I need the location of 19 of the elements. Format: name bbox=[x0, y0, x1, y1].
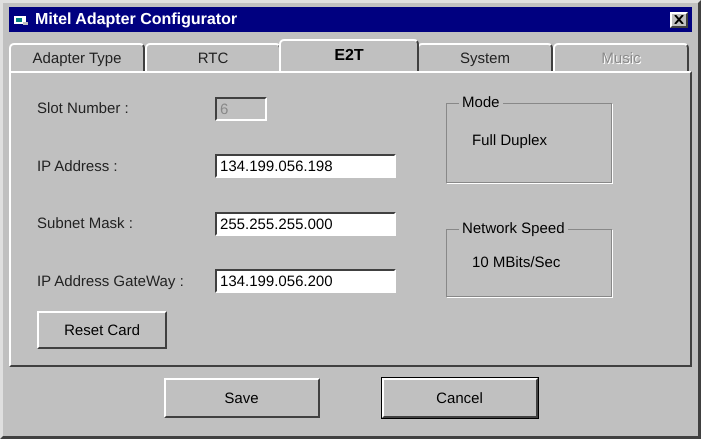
field-label: Subnet Mask : bbox=[37, 215, 134, 232]
input-field[interactable]: 134.199.056.198 bbox=[215, 154, 396, 178]
dialog-button[interactable]: Cancel bbox=[382, 378, 538, 418]
field-label: Slot Number : bbox=[37, 100, 130, 118]
field-label: IP Address : bbox=[37, 158, 119, 175]
dialog-button[interactable]: Save bbox=[164, 378, 320, 418]
close-button[interactable] bbox=[670, 12, 688, 28]
tab[interactable]: E2T bbox=[279, 39, 419, 71]
group-value: Full Duplex bbox=[472, 132, 548, 149]
input-field[interactable]: 255.255.255.000 bbox=[215, 212, 396, 236]
window-title: Mitel Adapter Configurator bbox=[35, 10, 238, 28]
input-field[interactable]: 134.199.056.200 bbox=[215, 269, 396, 294]
field-label: IP Address GateWay : bbox=[37, 272, 185, 290]
close-icon bbox=[674, 15, 684, 24]
group-value: 10 MBits/Sec bbox=[472, 254, 560, 271]
tab[interactable]: System bbox=[417, 43, 553, 71]
reset-card-button[interactable]: Reset Card bbox=[37, 311, 167, 349]
tab[interactable]: Adapter Type bbox=[9, 43, 145, 71]
group-title: Network Speed bbox=[459, 220, 568, 237]
